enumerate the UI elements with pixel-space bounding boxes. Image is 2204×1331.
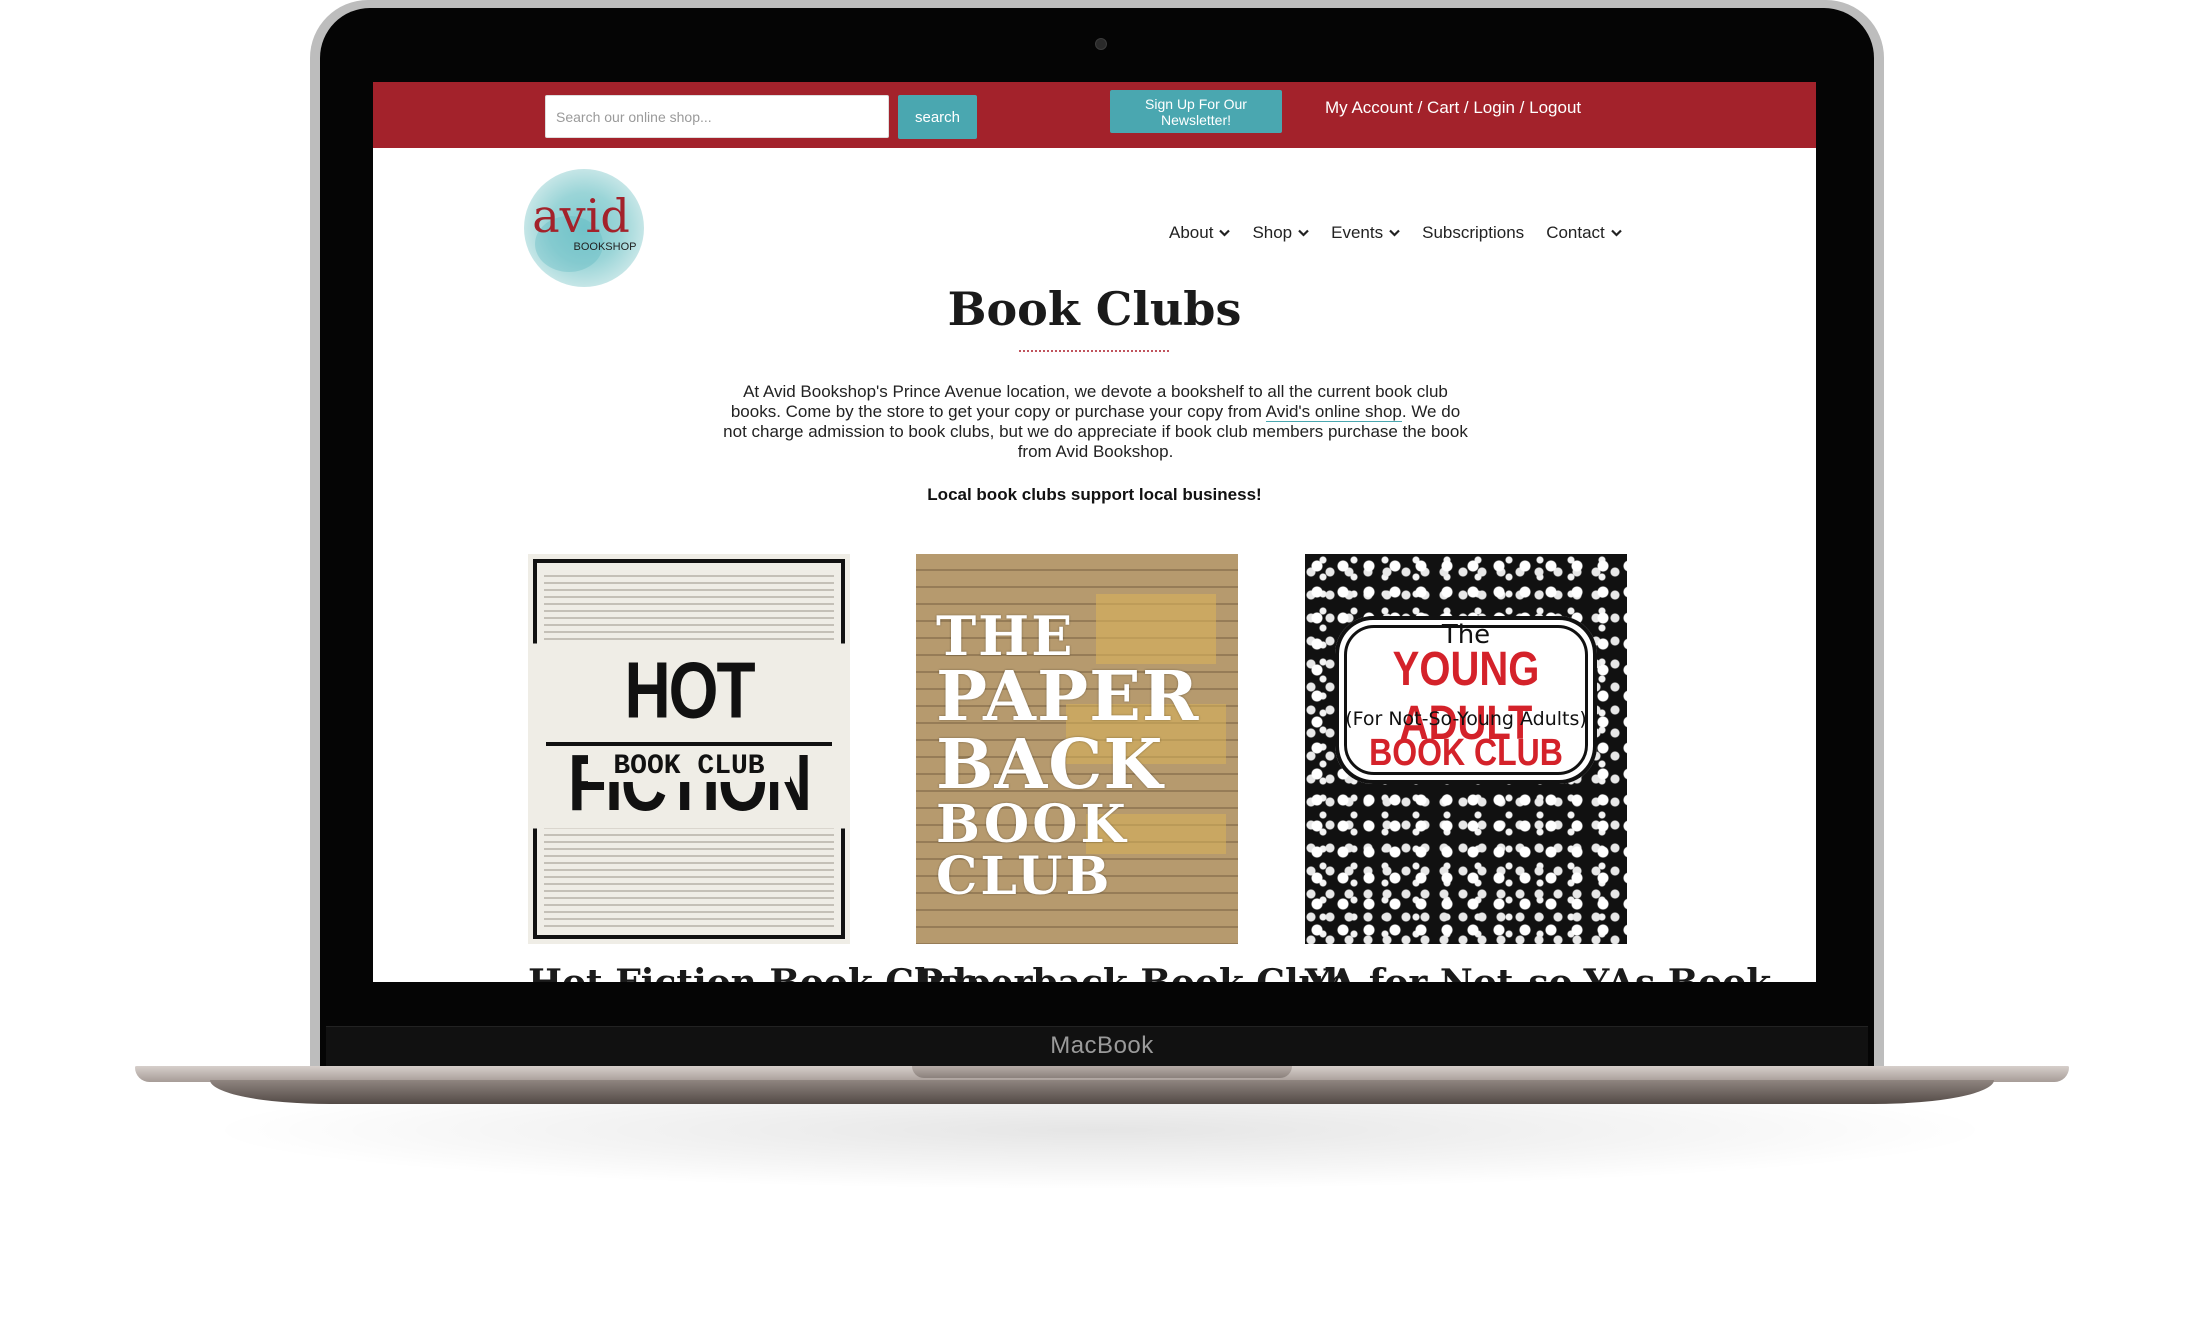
shop-search-input[interactable] — [545, 95, 889, 138]
hot-fiction-cover[interactable]: HOT FICTION BOOK CLUB — [528, 554, 850, 944]
main-nav: About Shop Events Subscriptions Contact — [1169, 223, 1622, 243]
chevron-down-icon — [1219, 229, 1231, 237]
cover-word: BOOK — [936, 794, 1129, 855]
young-adult-cover[interactable]: The YOUNG ADULT (For Not-So-Young Adults… — [1305, 554, 1627, 944]
cover-heading: HOT FICTION — [528, 643, 850, 829]
nav-label: About — [1169, 223, 1214, 242]
chevron-down-icon — [1298, 229, 1309, 237]
nav-label: Contact — [1546, 223, 1605, 242]
chevron-down-icon — [1389, 229, 1400, 237]
laptop-base-edge — [210, 1080, 1994, 1104]
login-link[interactable]: Login — [1473, 98, 1515, 117]
search-button[interactable]: search — [898, 95, 977, 139]
cover-word: CLUB — [936, 846, 1113, 907]
link-separator: / — [1459, 98, 1474, 117]
nav-label: Shop — [1252, 223, 1293, 242]
top-bar: search Sign Up For Our Newsletter! My Ac… — [373, 82, 1816, 148]
cover-word: THE — [936, 604, 1075, 668]
avid-bookshop-logo[interactable]: avid BOOKSHOP — [521, 166, 647, 290]
cover-rule — [546, 742, 832, 746]
nav-shop[interactable]: Shop — [1252, 223, 1309, 243]
cover-label: The YOUNG ADULT (For Not-So-Young Adults… — [1335, 616, 1597, 784]
account-links: My Account / Cart / Login / Logout — [1325, 98, 1581, 118]
link-separator: / — [1412, 98, 1428, 117]
cover-word: BACK — [936, 725, 1164, 805]
chevron-down-icon — [1611, 229, 1622, 237]
page-title: Book Clubs — [947, 282, 1242, 336]
webcam — [1095, 38, 1107, 50]
logo-subtitle: BOOKSHOP — [574, 241, 637, 253]
nav-label: Subscriptions — [1422, 223, 1525, 242]
laptop-brand-label: MacBook — [1050, 1032, 1154, 1059]
browser-screen: search Sign Up For Our Newsletter! My Ac… — [373, 82, 1816, 982]
my-account-link[interactable]: My Account — [1325, 98, 1413, 117]
nav-about[interactable]: About — [1169, 223, 1231, 243]
nav-contact[interactable]: Contact — [1546, 223, 1622, 243]
tagline: Local book clubs support local business! — [927, 485, 1262, 504]
newsletter-signup-button[interactable]: Sign Up For Our Newsletter! — [1110, 90, 1282, 133]
nav-label: Events — [1331, 223, 1384, 242]
cover-line: BOOK CLUB — [1369, 730, 1563, 774]
online-shop-link[interactable]: Avid's online shop — [1265, 402, 1402, 422]
title-underline — [1019, 350, 1169, 352]
nav-events[interactable]: Events — [1331, 223, 1400, 243]
paperback-cover[interactable]: THE PAPER BACK BOOK CLUB — [916, 554, 1238, 944]
cover-subheading: BOOK CLUB — [588, 751, 790, 782]
laptop-hinge-notch — [912, 1066, 1292, 1078]
logout-link[interactable]: Logout — [1529, 98, 1581, 117]
club-title-paperback[interactable]: Paperback Book Club — [916, 962, 1350, 982]
link-separator: / — [1514, 98, 1530, 117]
club-title-ya[interactable]: YA for Not-so-YAs Book — [1305, 962, 1771, 982]
cart-link[interactable]: Cart — [1427, 98, 1459, 117]
intro-paragraph: At Avid Bookshop's Prince Avenue locatio… — [718, 382, 1473, 462]
cover-word: PAPER — [936, 657, 1200, 737]
club-title-hot-fiction[interactable]: Hot Fiction Book Club — [528, 962, 979, 982]
logo-word: avid — [532, 189, 630, 243]
nav-subscriptions[interactable]: Subscriptions — [1422, 223, 1524, 243]
cover-words: THE PAPER BACK BOOK CLUB — [936, 609, 1199, 903]
cover-line: (For Not-So-Young Adults) — [1345, 708, 1587, 730]
